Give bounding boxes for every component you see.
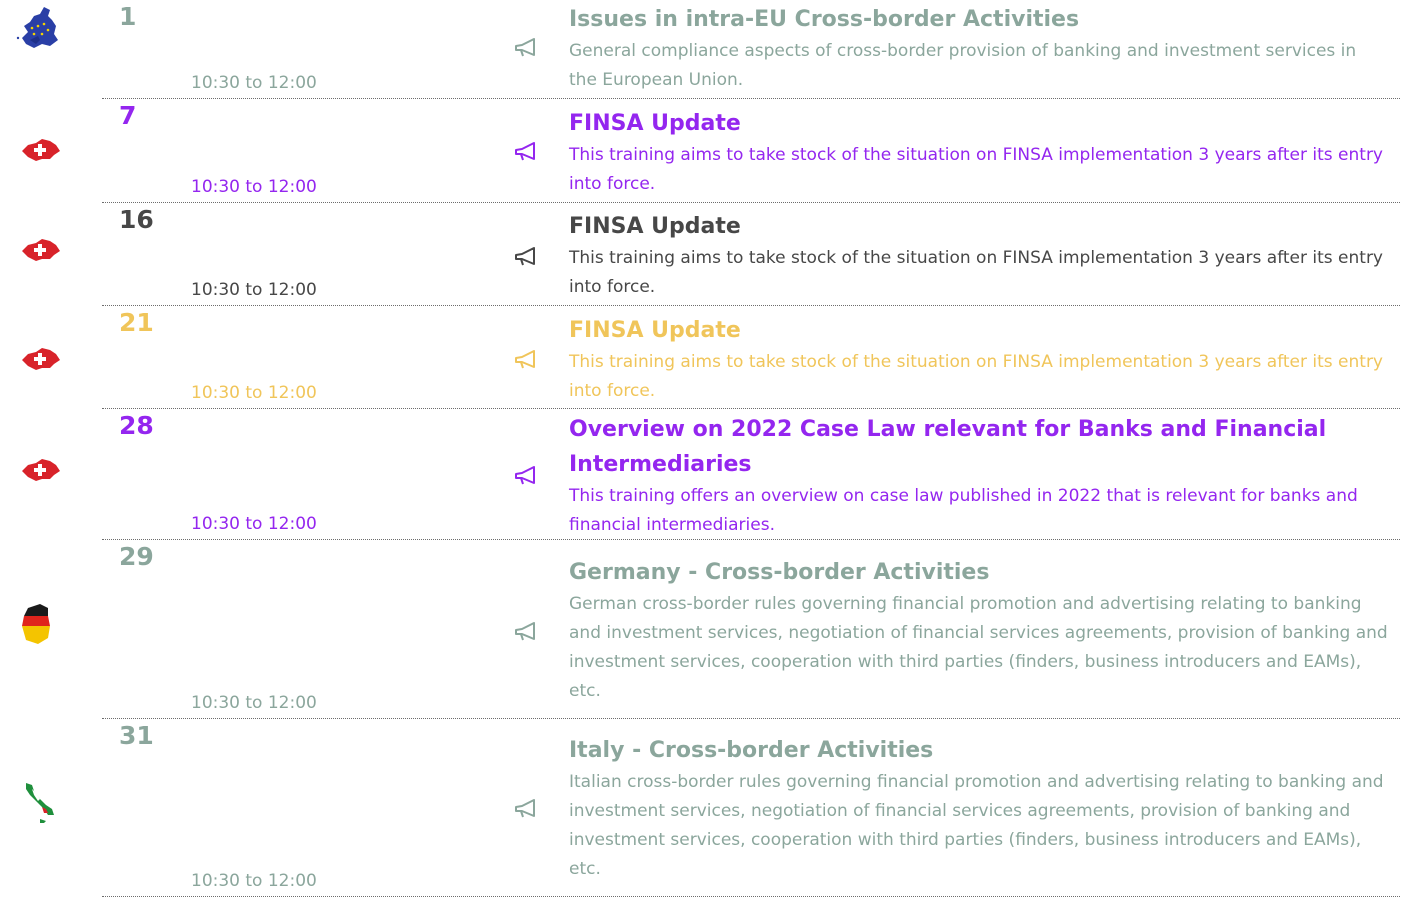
event-time: 10:30 to 12:00 [191, 280, 317, 300]
event-day: 16 [119, 205, 154, 234]
megaphone-icon[interactable] [512, 797, 542, 821]
event-time: 10:30 to 12:00 [191, 514, 317, 534]
event-description: This training offers an overview on case… [569, 486, 1358, 535]
megaphone-icon[interactable] [512, 348, 542, 372]
event-day: 31 [119, 721, 154, 750]
event-title[interactable]: FINSA Update [569, 106, 1389, 141]
event-time: 10:30 to 12:00 [191, 383, 317, 403]
event-time: 10:30 to 12:00 [191, 693, 317, 713]
megaphone-icon[interactable] [512, 245, 542, 269]
event-title[interactable]: Overview on 2022 Case Law relevant for B… [569, 412, 1389, 482]
event-row[interactable]: 16 10:30 to 12:00 FINSA Update This trai… [0, 203, 1402, 306]
switzerland-map-icon [22, 139, 60, 161]
switzerland-map-icon [22, 348, 60, 370]
event-description: German cross-border rules governing fina… [569, 594, 1388, 701]
germany-map-icon [22, 604, 50, 644]
event-day: 29 [119, 542, 154, 571]
megaphone-icon[interactable] [512, 620, 542, 644]
event-row[interactable]: 21 10:30 to 12:00 FINSA Update This trai… [0, 306, 1402, 409]
event-title[interactable]: Italy - Cross-border Activities [569, 733, 1389, 768]
event-title[interactable]: FINSA Update [569, 209, 1389, 244]
event-time: 10:30 to 12:00 [191, 73, 317, 93]
event-day: 1 [119, 2, 137, 31]
event-description: Italian cross-border rules governing fin… [569, 772, 1384, 879]
switzerland-map-icon [22, 459, 60, 481]
event-row[interactable]: 7 10:30 to 12:00 FINSA Update This train… [0, 99, 1402, 203]
event-title[interactable]: Issues in intra-EU Cross-border Activiti… [569, 2, 1389, 37]
event-time: 10:30 to 12:00 [191, 177, 317, 197]
event-title[interactable]: FINSA Update [569, 313, 1389, 348]
event-row[interactable]: 31 10:30 to 12:00 Italy - Cross-border A… [0, 719, 1402, 897]
event-description: This training aims to take stock of the … [569, 248, 1383, 297]
megaphone-icon[interactable] [512, 140, 542, 164]
event-description: This training aims to take stock of the … [569, 145, 1383, 194]
italy-map-icon [26, 783, 54, 823]
event-day: 28 [119, 411, 154, 440]
megaphone-icon[interactable] [512, 36, 542, 60]
event-row[interactable]: 1 10:30 to 12:00 Issues in intra-EU Cros… [0, 0, 1402, 99]
event-time: 10:30 to 12:00 [191, 871, 317, 891]
eu-map-icon [16, 7, 58, 48]
event-row[interactable]: 29 10:30 to 12:00 Germany - Cross-border… [0, 540, 1402, 719]
event-row[interactable]: 28 10:30 to 12:00 Overview on 2022 Case … [0, 409, 1402, 540]
event-day: 21 [119, 308, 154, 337]
event-title[interactable]: Germany - Cross-border Activities [569, 555, 1389, 590]
event-description: General compliance aspects of cross-bord… [569, 41, 1357, 90]
switzerland-map-icon [22, 239, 60, 261]
event-list: 1 10:30 to 12:00 Issues in intra-EU Cros… [0, 0, 1402, 899]
event-day: 7 [119, 101, 137, 130]
megaphone-icon[interactable] [512, 464, 542, 488]
event-description: This training aims to take stock of the … [569, 352, 1383, 401]
